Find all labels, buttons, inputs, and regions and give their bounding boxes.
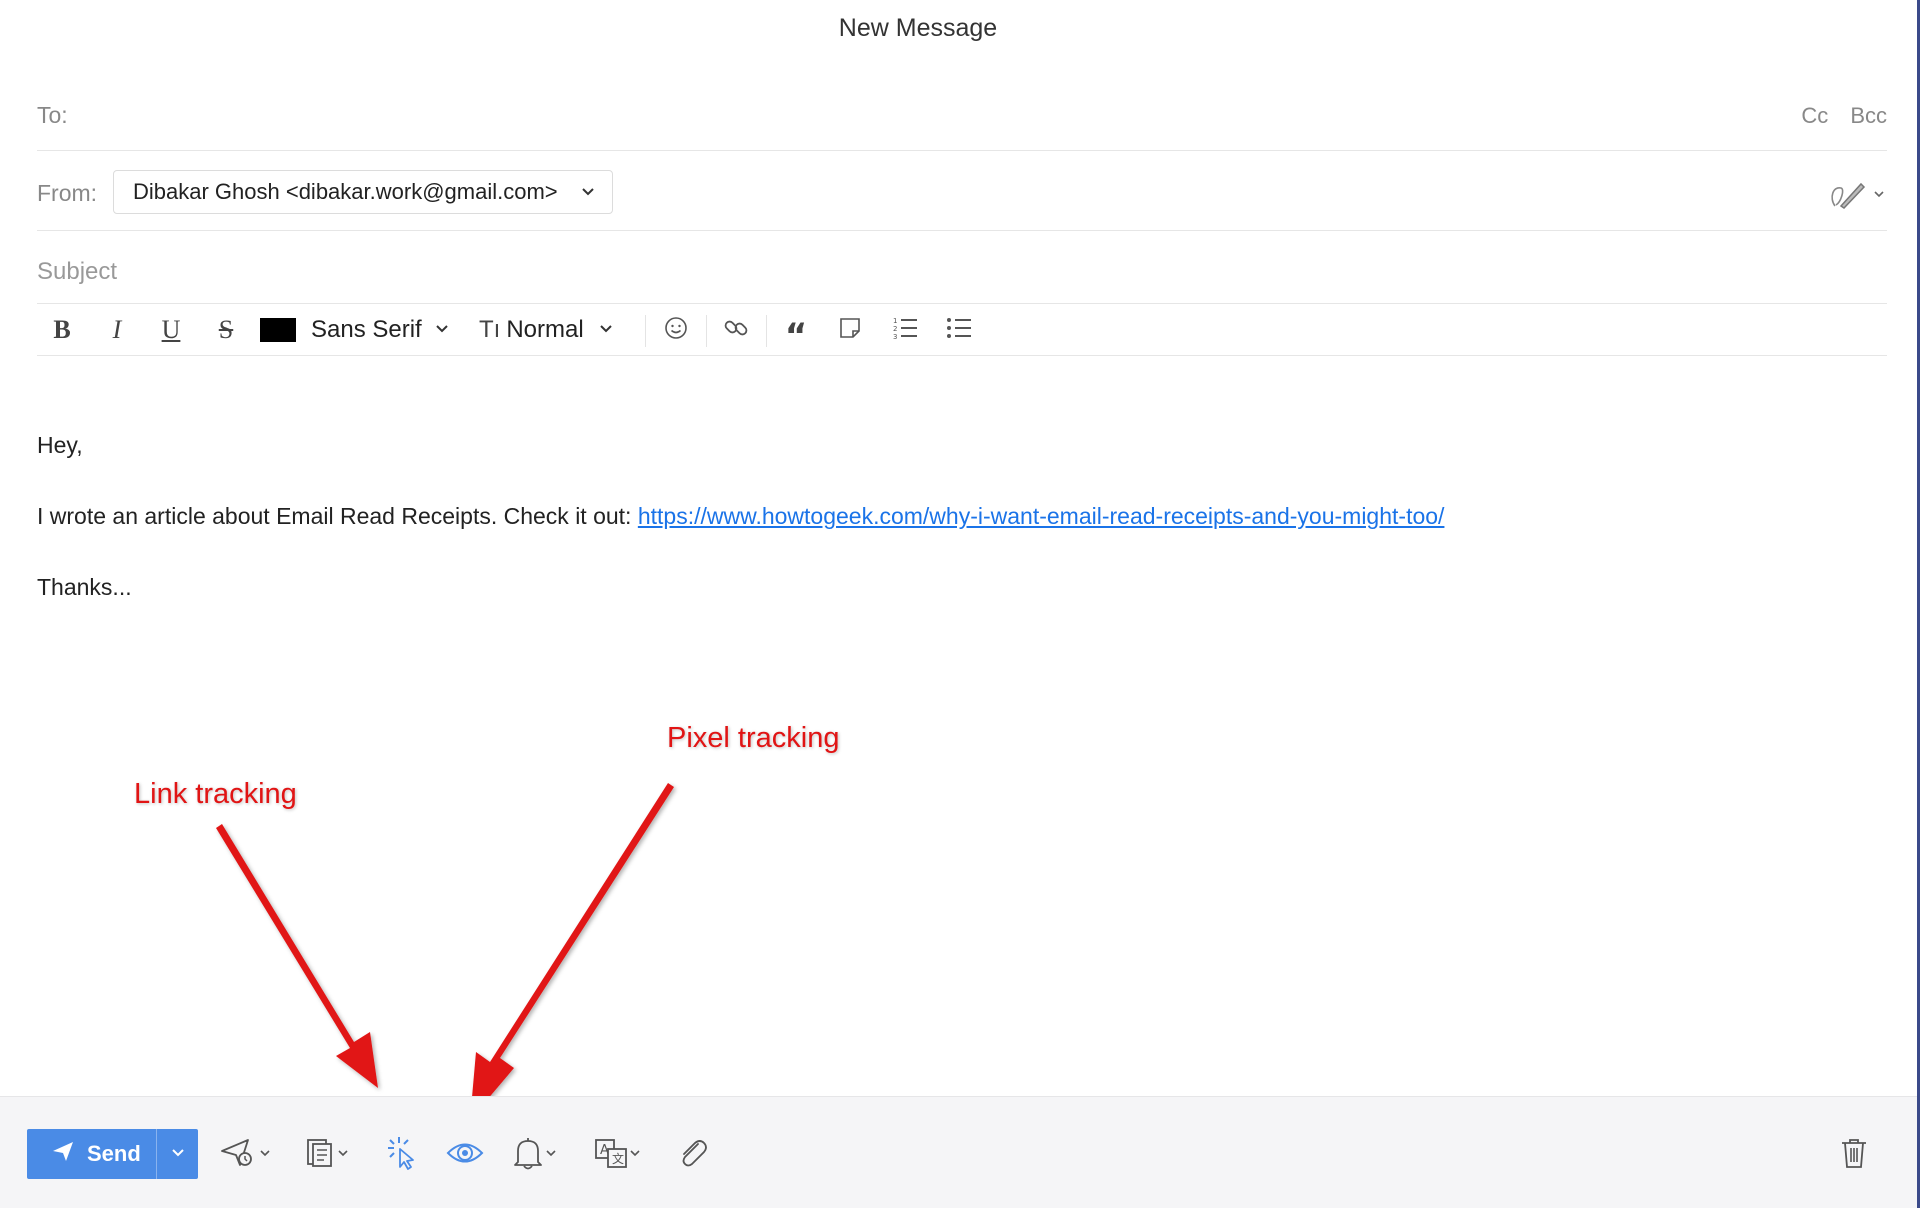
numbered-list-button[interactable]: 123 [889,305,921,355]
link-tracking-arrow [216,824,378,1088]
emoji-icon [664,316,688,345]
pixel-tracking-arrow [470,783,674,1120]
font-family-value: Sans Serif [311,316,422,343]
chevron-down-icon [544,1146,558,1165]
reminder-button[interactable] [512,1133,558,1177]
from-row: From: Dibakar Ghosh <dibakar.work@gmail.… [37,152,1887,231]
send-later-icon [220,1137,258,1174]
send-main[interactable]: Send [27,1139,156,1169]
window-title: New Message [838,14,998,42]
sticky-note-button[interactable] [834,305,866,355]
link-tracking-annotation: Link tracking [134,778,297,810]
chevron-down-icon [596,318,616,343]
chevron-down-icon [432,318,452,343]
chevron-down-icon [170,1144,186,1165]
toolbar-divider [706,315,707,347]
strikethrough-button[interactable]: S [209,305,243,355]
from-select[interactable]: Dibakar Ghosh <dibakar.work@gmail.com> [113,170,613,214]
reminder-bell-icon [512,1136,544,1175]
chevron-down-icon [258,1146,272,1165]
bcc-button[interactable]: Bcc [1850,103,1887,129]
bold-button[interactable]: B [45,305,79,355]
chevron-down-icon [628,1146,642,1165]
signature-icon [1827,176,1871,217]
numbered-list-icon: 123 [892,315,918,346]
pixel-tracking-button[interactable] [446,1133,484,1177]
underline-icon: U [161,315,181,344]
quote-icon: “ [784,316,808,356]
send-later-button[interactable] [220,1133,272,1177]
text-color-button[interactable] [259,305,297,355]
cc-button[interactable]: Cc [1801,103,1828,129]
sticky-note-icon [838,316,862,345]
italic-button[interactable]: I [100,305,134,355]
italic-icon: I [112,315,122,344]
text-size-icon: Tı [479,316,501,343]
format-toolbar: B I U S Sans Serif Tı Normal “ 1 2 3 [37,305,1887,356]
toolbar-divider [766,315,767,347]
compose-footer: Send A文 [0,1096,1917,1208]
translate-icon: A文 [594,1137,628,1174]
subject-row[interactable]: Subject [37,232,1887,304]
send-button[interactable]: Send [27,1129,198,1179]
font-family-select[interactable]: Sans Serif [311,305,497,355]
chevron-down-icon [1871,186,1887,207]
message-body[interactable]: Hey, I wrote an article about Email Read… [37,410,1444,623]
message-text: I wrote an article about Email Read Rece… [37,503,638,529]
from-value: Dibakar Ghosh <dibakar.work@gmail.com> [133,179,558,204]
cc-bcc-group: Cc Bcc [1801,103,1887,129]
send-options-button[interactable] [156,1129,198,1179]
message-line: I wrote an article about Email Read Rece… [37,481,1444,552]
insert-link-button[interactable] [721,305,751,355]
to-row[interactable]: To: Cc Bcc [37,78,1887,151]
to-label: To: [37,102,68,128]
toolbar-divider [645,315,646,347]
attach-button[interactable] [676,1133,708,1177]
chevron-down-icon [336,1146,350,1165]
svg-text:2: 2 [893,325,897,333]
link-icon [723,315,749,346]
signature-button[interactable] [1827,176,1887,217]
link-tracking-icon [384,1135,420,1176]
bulleted-list-icon [946,315,972,346]
pixel-tracking-annotation: Pixel tracking [667,722,840,754]
article-link[interactable]: https://www.howtogeek.com/why-i-want-ema… [638,503,1445,529]
pixel-tracking-icon [446,1138,484,1173]
emoji-button[interactable] [661,305,691,355]
from-label: From: [37,180,98,206]
link-tracking-button[interactable] [384,1133,420,1177]
text-color-swatch [260,318,296,342]
greeting-line: Hey, [37,432,83,458]
translate-button[interactable]: A文 [594,1133,642,1177]
strikethrough-icon: S [218,315,234,344]
bold-icon: B [53,315,71,344]
svg-text:3: 3 [893,333,897,341]
font-size-value: Normal [506,316,584,343]
templates-button[interactable] [304,1133,350,1177]
send-label: Send [87,1141,141,1166]
delete-button[interactable] [1840,1133,1868,1177]
paper-plane-icon [51,1139,75,1169]
underline-button[interactable]: U [154,305,188,355]
svg-text:1: 1 [893,317,897,325]
delete-icon [1840,1137,1868,1174]
templates-icon [304,1137,336,1174]
closing-line: Thanks... [37,574,132,600]
subject-input[interactable]: Subject [37,258,117,286]
attach-icon [676,1136,708,1175]
compose-window: New Message To: Cc Bcc From: Dibakar Gho… [0,0,1920,1208]
chevron-down-icon [578,181,598,207]
bulleted-list-button[interactable] [943,305,975,355]
svg-text:文: 文 [612,1151,624,1166]
font-size-select[interactable]: Tı Normal [479,305,669,355]
quote-button[interactable]: “ [780,305,812,355]
